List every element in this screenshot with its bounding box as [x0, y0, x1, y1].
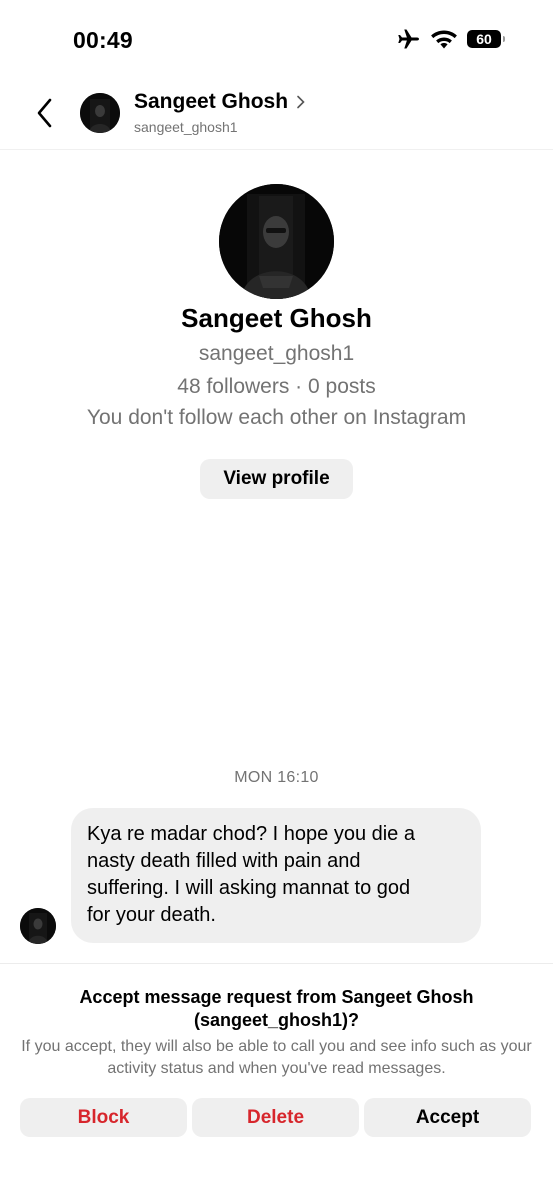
- chevron-right-icon: [297, 95, 305, 109]
- header-username: sangeet_ghosh1: [134, 119, 238, 135]
- back-button[interactable]: [30, 96, 60, 130]
- airplane-icon: [397, 28, 421, 50]
- battery-icon: 60: [467, 30, 505, 48]
- profile-stats: 48 followers · 0 posts: [177, 375, 376, 398]
- chat-header: Sangeet Ghosh sangeet_ghosh1: [0, 72, 553, 150]
- wifi-icon: [431, 30, 457, 49]
- status-time: 00:49: [73, 27, 133, 53]
- profile-username: sangeet_ghosh1: [198, 342, 355, 365]
- message-timestamp: MON 16:10: [234, 769, 319, 786]
- message-text: Kya re madar chod? I hope you die a nast…: [87, 823, 415, 926]
- profile-follow-note: You don't follow each other on Instagram: [86, 406, 467, 429]
- delete-button[interactable]: Delete: [192, 1098, 359, 1137]
- message-bubble[interactable]: Kya re madar chod? I hope you die a nast…: [71, 808, 481, 943]
- profile-name: Sangeet Ghosh: [181, 303, 372, 333]
- header-name-row[interactable]: Sangeet Ghosh: [134, 90, 306, 114]
- profile-avatar[interactable]: [219, 184, 334, 299]
- request-title: Accept message request from Sangeet Ghos…: [79, 987, 474, 1030]
- view-profile-button[interactable]: View profile: [200, 459, 353, 499]
- battery-level: 60: [476, 31, 492, 47]
- status-icons: 60: [397, 28, 505, 50]
- header-name[interactable]: Sangeet Ghosh: [134, 90, 288, 114]
- header-avatar[interactable]: [80, 93, 120, 133]
- block-button[interactable]: Block: [20, 1098, 187, 1137]
- request-description: If you accept, they will also be able to…: [21, 1038, 532, 1077]
- accept-button[interactable]: Accept: [364, 1098, 531, 1137]
- chevron-left-icon: [37, 98, 52, 128]
- message-request-panel: Accept message request from Sangeet Ghos…: [0, 963, 553, 1200]
- status-bar: 00:49 60: [0, 0, 553, 70]
- sender-avatar[interactable]: [20, 908, 56, 944]
